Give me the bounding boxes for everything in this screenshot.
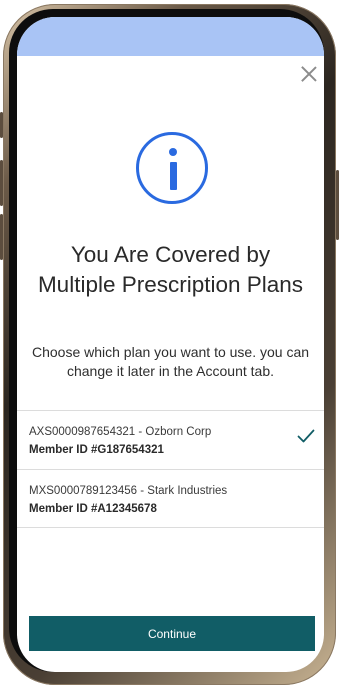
phone-side-button <box>0 214 3 260</box>
continue-button[interactable]: Continue <box>29 616 315 651</box>
plan-option-stark[interactable]: MXS0000789123456 - Stark Industries Memb… <box>17 469 324 528</box>
plan-member-id: Member ID #G187654321 <box>29 444 164 456</box>
info-icon-bar <box>169 162 177 190</box>
plan-member-id: Member ID #A12345678 <box>29 503 157 515</box>
top-banner <box>17 17 324 56</box>
close-icon[interactable] <box>298 63 320 85</box>
checkmark-icon <box>297 429 315 443</box>
plan-option-ozborn[interactable]: AXS0000987654321 - Ozborn Corp Member ID… <box>17 410 324 469</box>
modal-subtitle: Choose which plan you want to use. you c… <box>31 344 310 379</box>
phone-side-button <box>0 112 3 138</box>
phone-side-button <box>0 160 3 206</box>
info-icon-dot <box>169 148 177 156</box>
info-icon <box>136 132 208 204</box>
modal-title: You Are Covered by Multiple Prescription… <box>37 242 304 297</box>
plan-list: AXS0000987654321 - Ozborn Corp Member ID… <box>17 410 324 528</box>
plan-name: MXS0000789123456 - Stark Industries <box>29 485 228 497</box>
plan-name: AXS0000987654321 - Ozborn Corp <box>29 426 212 438</box>
modal-screen: You Are Covered by Multiple Prescription… <box>17 17 324 672</box>
